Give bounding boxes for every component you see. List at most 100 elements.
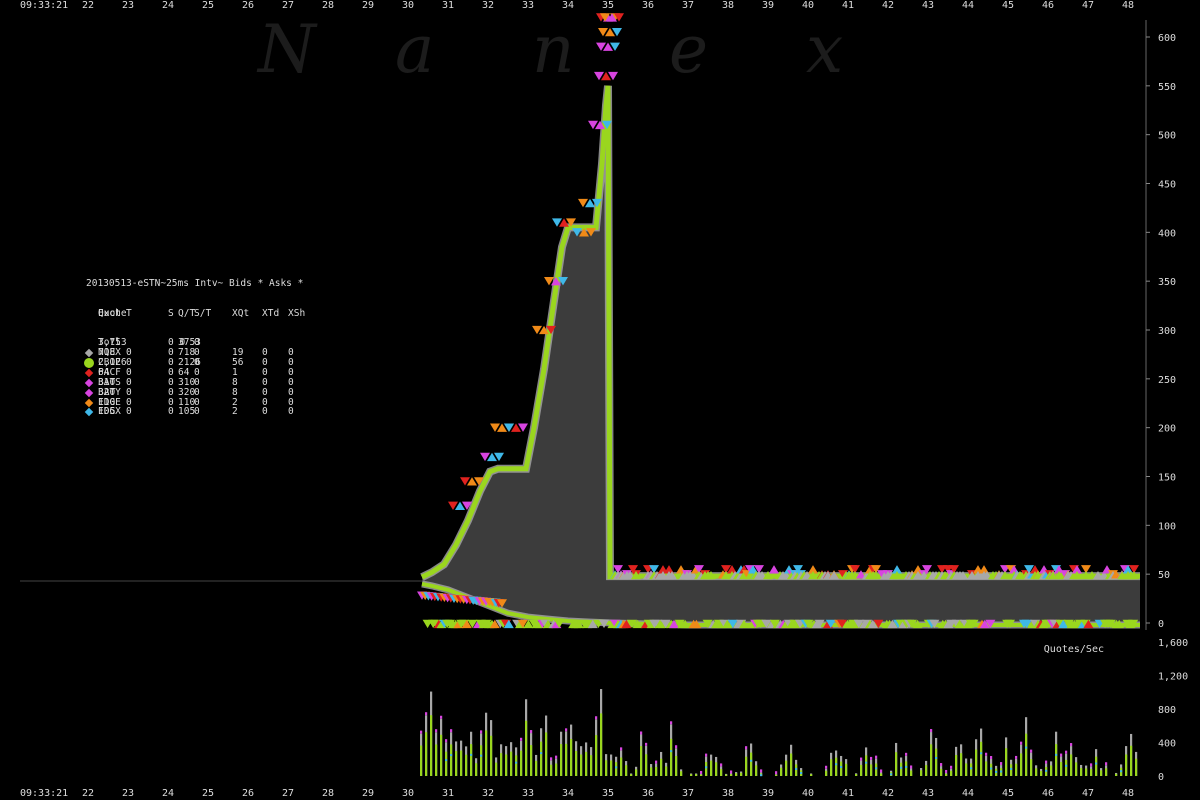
quote-rate-bar-cboe [490, 735, 493, 776]
y-tick-label: 450 [1158, 180, 1176, 191]
y-tick-label: 50 [1158, 570, 1170, 581]
quote-rate-bar-cboe [650, 767, 653, 776]
quote-rate-bar-bats [880, 769, 883, 773]
x-tick-label-bottom: 24 [162, 788, 174, 799]
x-tick-label-top: 43 [922, 0, 934, 11]
quote-rate-bar-cboe [600, 713, 603, 776]
x-tick-label-bottom: 23 [122, 788, 134, 799]
quote-rate-bar-edgx [445, 759, 448, 762]
x-tick-label-bottom: 41 [842, 788, 854, 799]
spread-fill [422, 85, 1140, 626]
quote-rate-bar-bats [675, 745, 678, 749]
x-tick-label-bottom: 31 [442, 788, 454, 799]
quote-rate-bar-cboe [1085, 768, 1088, 776]
quote-rate-bar-cboe [630, 774, 633, 776]
quote-rate-bar-cboe [970, 763, 973, 776]
quote-rate-bar-cboe [1025, 733, 1028, 776]
spread-area [420, 85, 1140, 629]
quote-rate-bar-cboe [735, 773, 738, 776]
watermark-letter: a [395, 11, 434, 88]
quote-rate-bar-edgx [670, 750, 673, 753]
quote-rate-bar-edgx [515, 761, 518, 764]
y-tick-label: 100 [1158, 521, 1176, 532]
quote-rate-bar-cboe [425, 732, 428, 776]
legend-header-cell: Q/T [178, 307, 196, 319]
quote-rate-bar-bats [990, 756, 993, 760]
legend-cell-xtd: 0 [262, 406, 268, 418]
quote-rate-bar-cboe [1135, 758, 1138, 776]
quote-rate-bar-edgx [800, 772, 803, 775]
quote-rate-bar-edgx [1065, 764, 1068, 767]
quote-rate-bar-cboe [510, 751, 513, 776]
quote-rate-bar-cboe [535, 760, 538, 776]
quote-rate-bar-cboe [1075, 762, 1078, 776]
quote-rate-bar-bats [1070, 743, 1073, 747]
quote-rate-bar-bats [550, 757, 553, 761]
quote-rate-bar-bats [875, 755, 878, 759]
x-tick-label-top: 46 [1042, 0, 1054, 11]
quote-rate-bar-cboe [1035, 768, 1038, 776]
quote-rate-bar-cboe [485, 730, 488, 776]
quote-rate-bar-edgx [865, 761, 868, 764]
x-tick-label-top: 47 [1082, 0, 1094, 11]
quote-rate-bar-edgx [835, 763, 838, 766]
quote-rate-bar-edgx [795, 767, 798, 770]
x-tick-label-top: 28 [322, 0, 334, 11]
quote-rate-bar-cboe [910, 770, 913, 776]
quote-rate-bar-edgx [1120, 770, 1123, 773]
x-tick-label-bottom: 27 [282, 788, 294, 799]
quote-rate-bar-edgx [750, 759, 753, 762]
quote-rate-bar-cboe [520, 750, 523, 776]
quote-rate-bar-bats [435, 729, 438, 733]
quote-rate-bar-cboe [715, 762, 718, 776]
quote-rate-bar-cboe [1105, 768, 1108, 776]
quote-rate-bar-cboe [925, 765, 928, 776]
quote-rate-bar-cboe [1130, 745, 1133, 776]
quote-rate-bar-cboe [670, 738, 673, 776]
quote-rate-bar-bats [1020, 741, 1023, 745]
legend-cell-st: 0 [194, 406, 200, 418]
quote-rate-bar-cboe [575, 750, 578, 776]
quote-rate-bar-edgx [540, 752, 543, 755]
quote-rate-bar-bats [985, 752, 988, 756]
x-tick-label-top: 42 [882, 0, 894, 11]
quote-rate-bar-cboe [865, 755, 868, 776]
quote-rate-bar-cboe [480, 745, 483, 776]
y-tick-label: 500 [1158, 131, 1176, 142]
quote-rate-bar-bats [705, 753, 708, 757]
quote-rate-bar-bats [910, 765, 913, 769]
nanex-chart: Nanex 09:33:21 09:33:21 22 22 23 23 24 24 25 25 26… [0, 0, 1200, 800]
quote-rate-bar-bats [670, 721, 673, 725]
quote-rate-bar-cboe [435, 744, 438, 776]
quote-rate-bar-cboe [1050, 765, 1053, 776]
quote-rate-bar-bats [1105, 762, 1108, 766]
legend-title: 20130513-eSTN~25ms Intv~ Bids * Asks * [86, 278, 303, 289]
quote-rate-y-tick-label: 0 [1158, 772, 1164, 783]
quote-rate-bar-cboe [460, 750, 463, 776]
legend-cell-xqt: 2 [232, 406, 238, 418]
quote-rate-bar-cboe [590, 755, 593, 776]
quote-rate-bar-cboe [420, 745, 423, 776]
quote-rate-bar-cboe [465, 754, 468, 776]
quote-rate-bar-cboe [845, 763, 848, 776]
quote-rate-bar-cboe [660, 758, 663, 776]
quote-rate-bar-cboe [570, 738, 573, 776]
quote-rate-bar-bats [1030, 749, 1033, 753]
x-tick-label-top: 37 [682, 0, 694, 11]
x-tick-label-top: 41 [842, 0, 854, 11]
quote-rate-bar-cboe [750, 752, 753, 776]
quote-rate-bar-cboe [555, 763, 558, 776]
quote-rate-bar-edgx [760, 774, 763, 777]
quote-rate-bar-edgx [1000, 770, 1003, 773]
x-tick-label-bottom: 36 [642, 788, 654, 799]
quote-rate-bar-bats [565, 728, 568, 732]
y-tick-label: 350 [1158, 277, 1176, 288]
x-tick-label-top: 44 [962, 0, 974, 11]
quote-rate-bar-cboe [875, 763, 878, 776]
quote-rate-bar-cboe [430, 715, 433, 776]
x-tick-label-top: 48 [1122, 0, 1134, 11]
quote-rate-bar-cboe [445, 751, 448, 776]
quote-rate-bar-cboe [930, 744, 933, 776]
legend-marker-icon [84, 398, 94, 407]
quote-rate-bar-cboe [720, 769, 723, 776]
